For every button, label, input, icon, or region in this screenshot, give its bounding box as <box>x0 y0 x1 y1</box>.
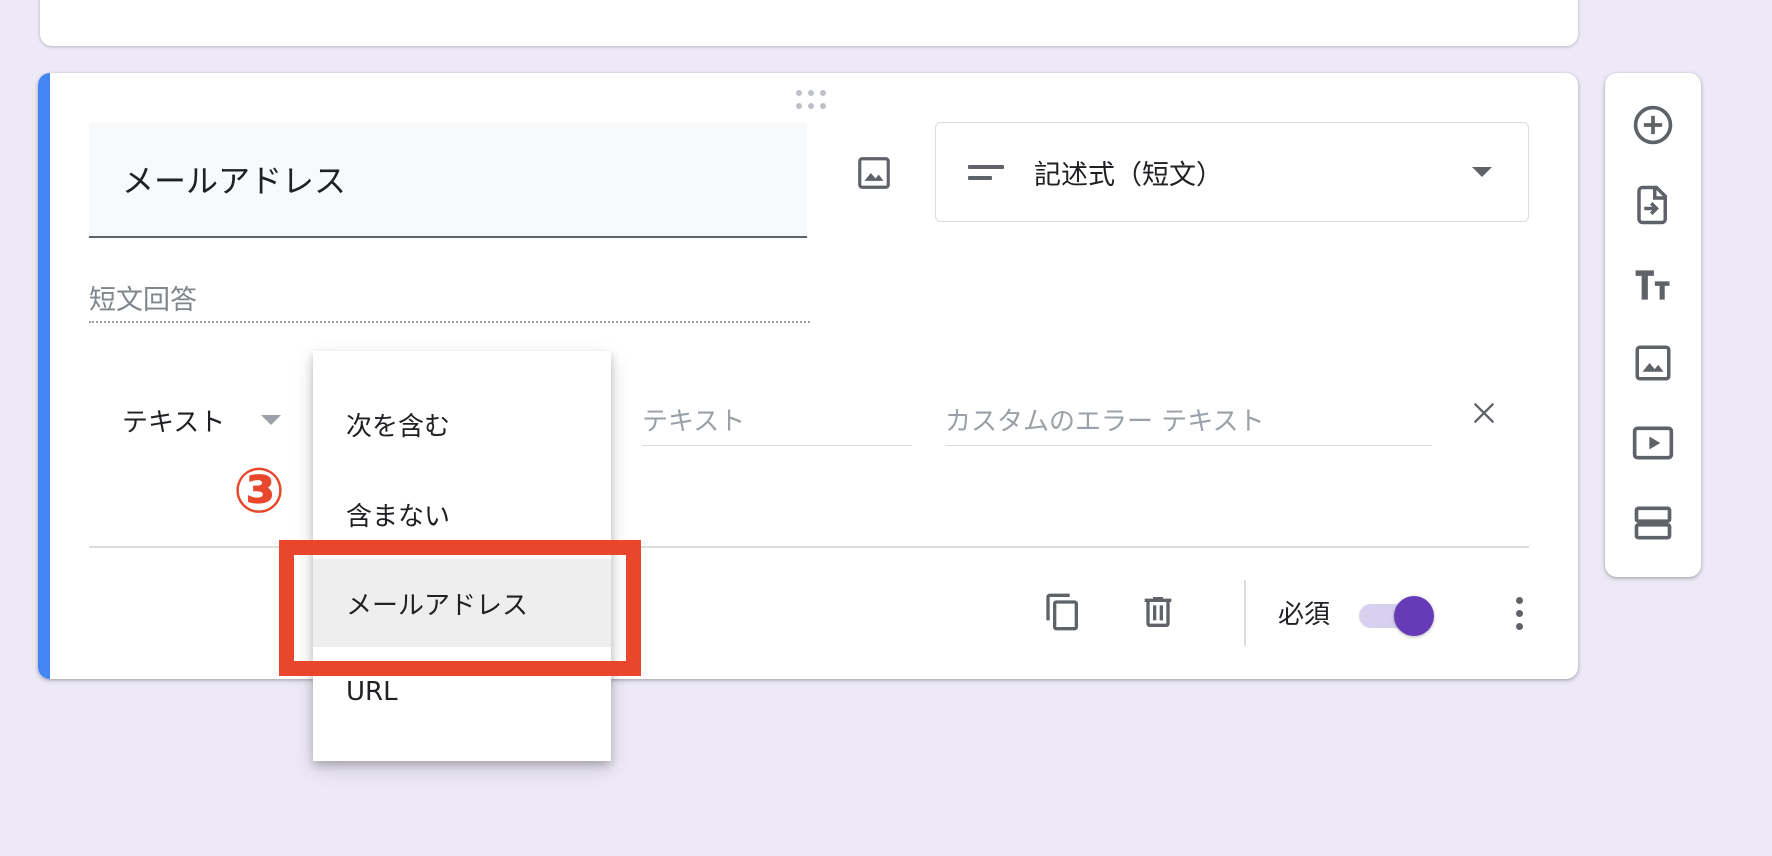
add-title-button[interactable] <box>1629 261 1677 309</box>
import-questions-button[interactable] <box>1629 181 1677 229</box>
copy-icon <box>1046 593 1078 631</box>
close-icon <box>1473 402 1495 424</box>
duplicate-button[interactable] <box>1036 585 1090 639</box>
footer-vertical-divider <box>1244 580 1246 646</box>
validation-type-label: テキスト <box>122 407 226 438</box>
custom-error-placeholder: カスタムのエラー テキスト <box>945 406 1265 437</box>
active-card-indicator <box>38 73 50 679</box>
add-video-button[interactable] <box>1629 419 1677 467</box>
chevron-down-icon <box>1472 167 1492 177</box>
trash-icon <box>1144 597 1172 627</box>
chevron-down-icon <box>261 415 282 425</box>
menu-option-contains[interactable]: 次を含む <box>313 379 611 469</box>
validation-type-select[interactable]: テキスト <box>122 398 282 442</box>
question-card[interactable]: メールアドレス 記述式（短文） 短文回答 テキスト テキスト カスタムのエラー … <box>38 73 1578 679</box>
step-number-annotation: ③ <box>232 454 286 527</box>
short-answer-icon <box>968 164 1004 180</box>
add-video-icon <box>1632 426 1674 460</box>
add-image-side-button[interactable] <box>1629 339 1677 387</box>
validation-text-placeholder: テキスト <box>642 406 746 437</box>
question-title-text: メールアドレス <box>122 162 347 200</box>
custom-error-input[interactable]: カスタムのエラー テキスト <box>945 393 1432 446</box>
toggle-thumb <box>1394 596 1434 636</box>
remove-validation-button[interactable] <box>1462 391 1506 435</box>
floating-toolbar <box>1605 73 1701 577</box>
validation-text-input[interactable]: テキスト <box>642 393 912 446</box>
highlight-annotation-box <box>279 540 641 676</box>
import-questions-icon <box>1637 185 1667 225</box>
required-toggle[interactable] <box>1359 596 1435 636</box>
add-question-button[interactable] <box>1629 101 1677 149</box>
add-section-icon <box>1634 506 1672 540</box>
required-label: 必須 <box>1278 600 1331 630</box>
image-icon <box>858 157 890 189</box>
add-title-icon <box>1635 270 1670 300</box>
question-type-select[interactable]: 記述式（短文） <box>935 122 1529 222</box>
question-type-label: 記述式（短文） <box>1034 159 1223 191</box>
delete-button[interactable] <box>1131 585 1185 639</box>
previous-question-card <box>40 0 1578 46</box>
more-options-icon[interactable] <box>1499 586 1539 640</box>
short-answer-placeholder: 短文回答 <box>89 278 810 323</box>
add-question-icon <box>1633 105 1673 145</box>
question-title-input[interactable]: メールアドレス <box>89 122 807 238</box>
drag-handle-icon[interactable] <box>794 90 828 110</box>
add-image-icon <box>1635 345 1671 381</box>
add-section-button[interactable] <box>1629 499 1677 547</box>
add-image-button[interactable] <box>850 149 898 197</box>
